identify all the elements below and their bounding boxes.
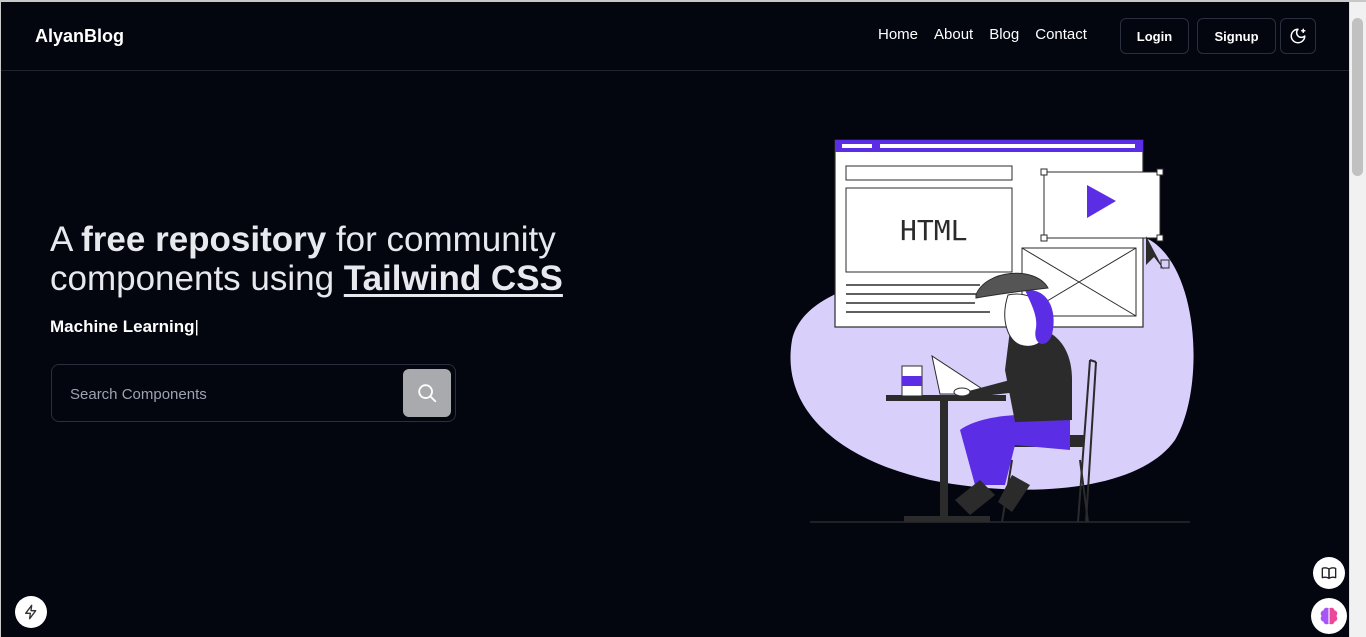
nav-link-about[interactable]: About — [934, 26, 973, 43]
book-icon — [1321, 567, 1337, 579]
search-button[interactable] — [403, 369, 451, 417]
login-button[interactable]: Login — [1120, 18, 1189, 54]
typed-text-value: Machine Learning — [50, 317, 195, 336]
hero-title-bold: free repository — [81, 220, 327, 259]
hero-title: A free repository for community componen… — [50, 220, 610, 298]
typed-text: Machine Learning| — [50, 317, 199, 337]
moon-sparkle-icon — [1290, 28, 1306, 44]
search-icon — [418, 384, 437, 403]
navbar: AlyanBlog Home About Blog Contact Login … — [1, 2, 1349, 71]
hero-title-part1: A — [50, 220, 82, 259]
tailwind-css-link[interactable]: Tailwind CSS — [344, 259, 563, 298]
search-input[interactable] — [70, 381, 390, 407]
nav-link-home[interactable]: Home — [878, 26, 918, 43]
search-box — [51, 364, 456, 422]
bolt-icon — [25, 604, 37, 620]
nav-link-blog[interactable]: Blog — [989, 26, 1019, 43]
nav-links: Home About Blog Contact — [878, 26, 1087, 43]
scrollbar-thumb[interactable] — [1352, 18, 1363, 176]
floating-bolt-button[interactable] — [15, 596, 47, 628]
brain-icon — [1320, 607, 1338, 625]
floating-book-button[interactable] — [1313, 557, 1345, 589]
theme-toggle-button[interactable] — [1280, 18, 1316, 54]
brand-logo[interactable]: AlyanBlog — [35, 26, 124, 47]
hero-illustration: HTML — [790, 139, 1194, 523]
html-label: HTML — [900, 214, 967, 247]
typing-caret: | — [194, 317, 199, 336]
nav-link-contact[interactable]: Contact — [1035, 26, 1087, 43]
signup-button[interactable]: Signup — [1197, 18, 1276, 54]
floating-brain-button[interactable] — [1311, 598, 1347, 634]
